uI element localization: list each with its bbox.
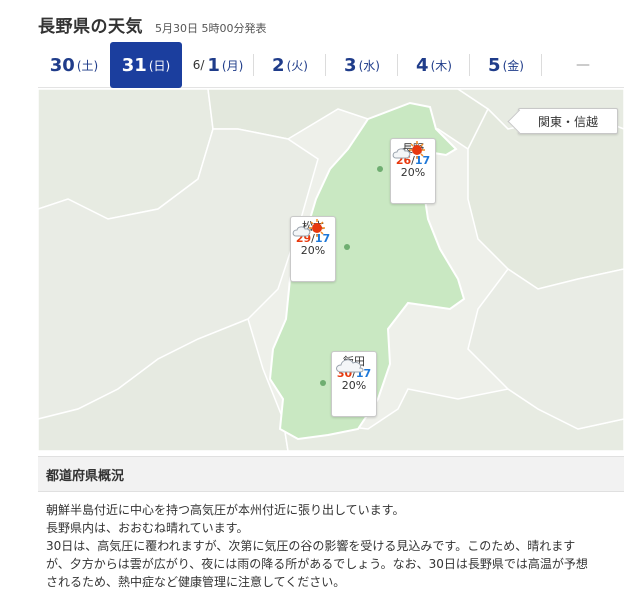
overview-line: されるため、熱中症など健康管理に注意してください。: [46, 575, 346, 589]
city-dot-matsumoto: [344, 244, 350, 250]
page-title: 長野県の天気: [38, 17, 143, 37]
prefecture-overview: 都道府県概況 朝鮮半島付近に中心を持つ高気圧が本州付近に張り出しています。 長野…: [38, 456, 624, 597]
tab-day-5[interactable]: 5 (金): [470, 42, 542, 88]
published-time: 5月30日 5時00分発表: [155, 22, 267, 35]
tab-day-30[interactable]: 30 (土): [38, 42, 110, 88]
cloud-icon: [336, 359, 364, 373]
tab-day-31[interactable]: 31 (日): [110, 42, 182, 88]
overview-line: 長野県内は、おおむね晴れています。: [46, 521, 249, 535]
overview-line: 30日は、高気圧に覆われますが、次第に気圧の谷の影響を受ける見込みです。このため…: [46, 539, 576, 553]
city-dot-iida: [320, 380, 326, 386]
tab-day-2[interactable]: 2 (火): [254, 42, 326, 88]
precip-probability: 20%: [300, 244, 326, 257]
cloud-sun-icon: [292, 219, 325, 237]
date-tabs: 30 (土) 31 (日) 6/1 (月) 2 (火) 3 (水) 4 (木) 5 (金) —: [38, 42, 624, 88]
header: 長野県の天気 5月30日 5時00分発表: [38, 12, 267, 38]
prefecture-map: 関東・信越 長野 26/17 20% 松本: [38, 89, 624, 451]
overview-title: 都道府県概況: [46, 468, 125, 484]
precip-probability: 20%: [341, 379, 367, 392]
tab-more[interactable]: —: [542, 42, 624, 88]
tab-day-4[interactable]: 4 (木): [398, 42, 470, 88]
overview-header: 都道府県概況: [38, 456, 624, 492]
tab-day-1[interactable]: 6/1 (月): [182, 42, 254, 88]
city-card-nagano[interactable]: 長野 26/17 20%: [390, 138, 436, 204]
city-card-matsumoto[interactable]: 松本 29/17 20%: [290, 216, 336, 282]
overview-line: が、夕方からは雲が広がり、夜には雨の降る所があるでしょう。なお、30日は長野県で…: [46, 557, 588, 571]
precip-probability: 20%: [400, 166, 426, 179]
region-button-kanto-shinetsu[interactable]: 関東・信越: [518, 108, 618, 134]
overview-text: 朝鮮半島付近に中心を持つ高気圧が本州付近に張り出しています。 長野県内は、おおむ…: [38, 492, 624, 591]
tab-day-3[interactable]: 3 (水): [326, 42, 398, 88]
city-dot-nagano: [377, 166, 383, 172]
overview-line: 朝鮮半島付近に中心を持つ高気圧が本州付近に張り出しています。: [46, 503, 405, 517]
city-card-iida[interactable]: 飯田 30/17 20%: [331, 351, 377, 417]
cloud-sun-icon: [392, 141, 425, 159]
